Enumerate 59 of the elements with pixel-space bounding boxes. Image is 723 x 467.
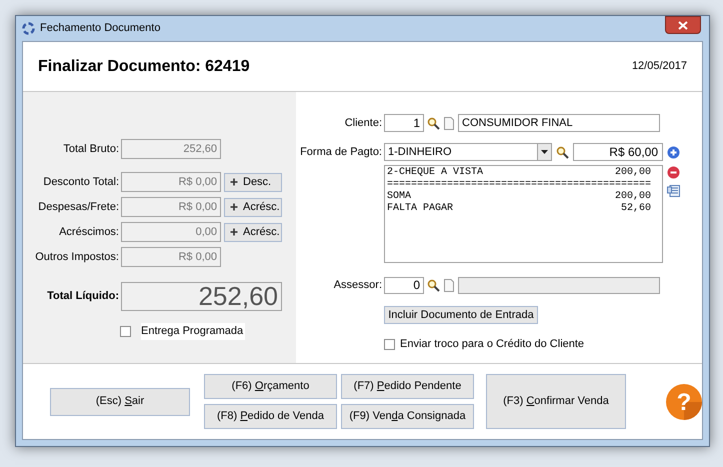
checkbox[interactable] — [384, 338, 395, 350]
field-label: Assessor: — [332, 278, 383, 294]
search-icon[interactable] — [427, 279, 440, 292]
client-name-field[interactable]: CONSUMIDOR FINAL — [458, 114, 660, 132]
field-label: Desconto Total: — [42, 174, 120, 190]
field-label: Acréscimos: — [58, 224, 120, 240]
scheduled-delivery-label[interactable]: Entrega Programada — [141, 323, 246, 340]
field-label: Outros Impostos: — [34, 250, 120, 265]
assessor-code-field[interactable]: 0 — [384, 277, 424, 294]
caret-icon — [541, 150, 548, 154]
plus-icon — [230, 178, 238, 186]
payment-line-amount: 52,60 — [620, 203, 651, 215]
action-button[interactable]: (F8) Pedido de Venda — [204, 404, 337, 429]
amount-field: R$ 0,00 — [121, 197, 221, 217]
field-label: Despesas/Frete: — [37, 200, 120, 215]
document-icon[interactable] — [444, 116, 454, 130]
document-icon[interactable] — [444, 279, 454, 292]
field-label: Total Líquido: — [46, 289, 120, 304]
checkbox[interactable] — [120, 326, 131, 337]
remove-icon[interactable] — [667, 166, 680, 179]
action-button[interactable]: (F9) Venda Consignada — [341, 404, 474, 429]
amount-field: R$ 0,00 — [121, 247, 221, 267]
adjust-button[interactable]: Acrésc. — [224, 198, 282, 216]
payment-line-amount: 200,00 — [614, 167, 651, 179]
payment-amount-field[interactable]: R$ 60,00 — [573, 143, 663, 161]
amount-field: R$ 0,00 — [121, 172, 221, 192]
action-button[interactable]: (Esc) Sair — [50, 388, 190, 416]
payment-line-label: 2-CHEQUE A VISTA — [387, 167, 484, 179]
field-label: Total Bruto: — [62, 142, 120, 157]
amount-field: 252,60 — [121, 139, 221, 159]
separator-line: ============================================ — [387, 179, 651, 191]
send-change-label[interactable]: Enviar troco para o Crédito do Cliente — [400, 336, 586, 352]
action-button[interactable]: (F7) Pedido Pendente — [341, 374, 474, 399]
field-label: Cliente: — [344, 116, 383, 131]
action-button[interactable]: (F3) Confirmar Venda — [486, 374, 626, 429]
amount-field: 0,00 — [121, 222, 221, 242]
net-total-field: 252,60 — [121, 282, 282, 311]
close-button[interactable] — [665, 16, 701, 34]
adjust-button[interactable]: Desc. — [224, 172, 282, 192]
add-icon[interactable] — [667, 146, 680, 158]
field-label: Forma de Pagto: — [299, 144, 383, 160]
window-title: Fechamento Documento — [40, 21, 160, 36]
list-icon[interactable] — [667, 185, 680, 197]
payment-method-dropdown[interactable]: 1-DINHEIRO — [384, 143, 552, 161]
add-entry-document-button[interactable]: Incluir Documento de Entrada — [384, 306, 538, 324]
payment-line-amount: 200,00 — [614, 191, 651, 203]
payment-line-label: FALTA PAGAR — [387, 203, 454, 215]
close-icon — [678, 20, 688, 30]
search-icon[interactable] — [427, 116, 440, 130]
action-button[interactable]: (F6) Orçamento — [204, 374, 337, 399]
document-title: Finalizar Documento: 62419 — [38, 56, 250, 76]
adjust-button[interactable]: Acrésc. — [224, 222, 282, 242]
plus-icon — [230, 203, 238, 211]
plus-icon — [230, 228, 238, 236]
search-icon[interactable] — [556, 146, 569, 158]
document-date: 12/05/2017 — [632, 59, 687, 74]
app-icon — [22, 22, 35, 35]
payment-line-label: SOMA — [387, 191, 412, 203]
client-code-field[interactable]: 1 — [384, 114, 424, 132]
